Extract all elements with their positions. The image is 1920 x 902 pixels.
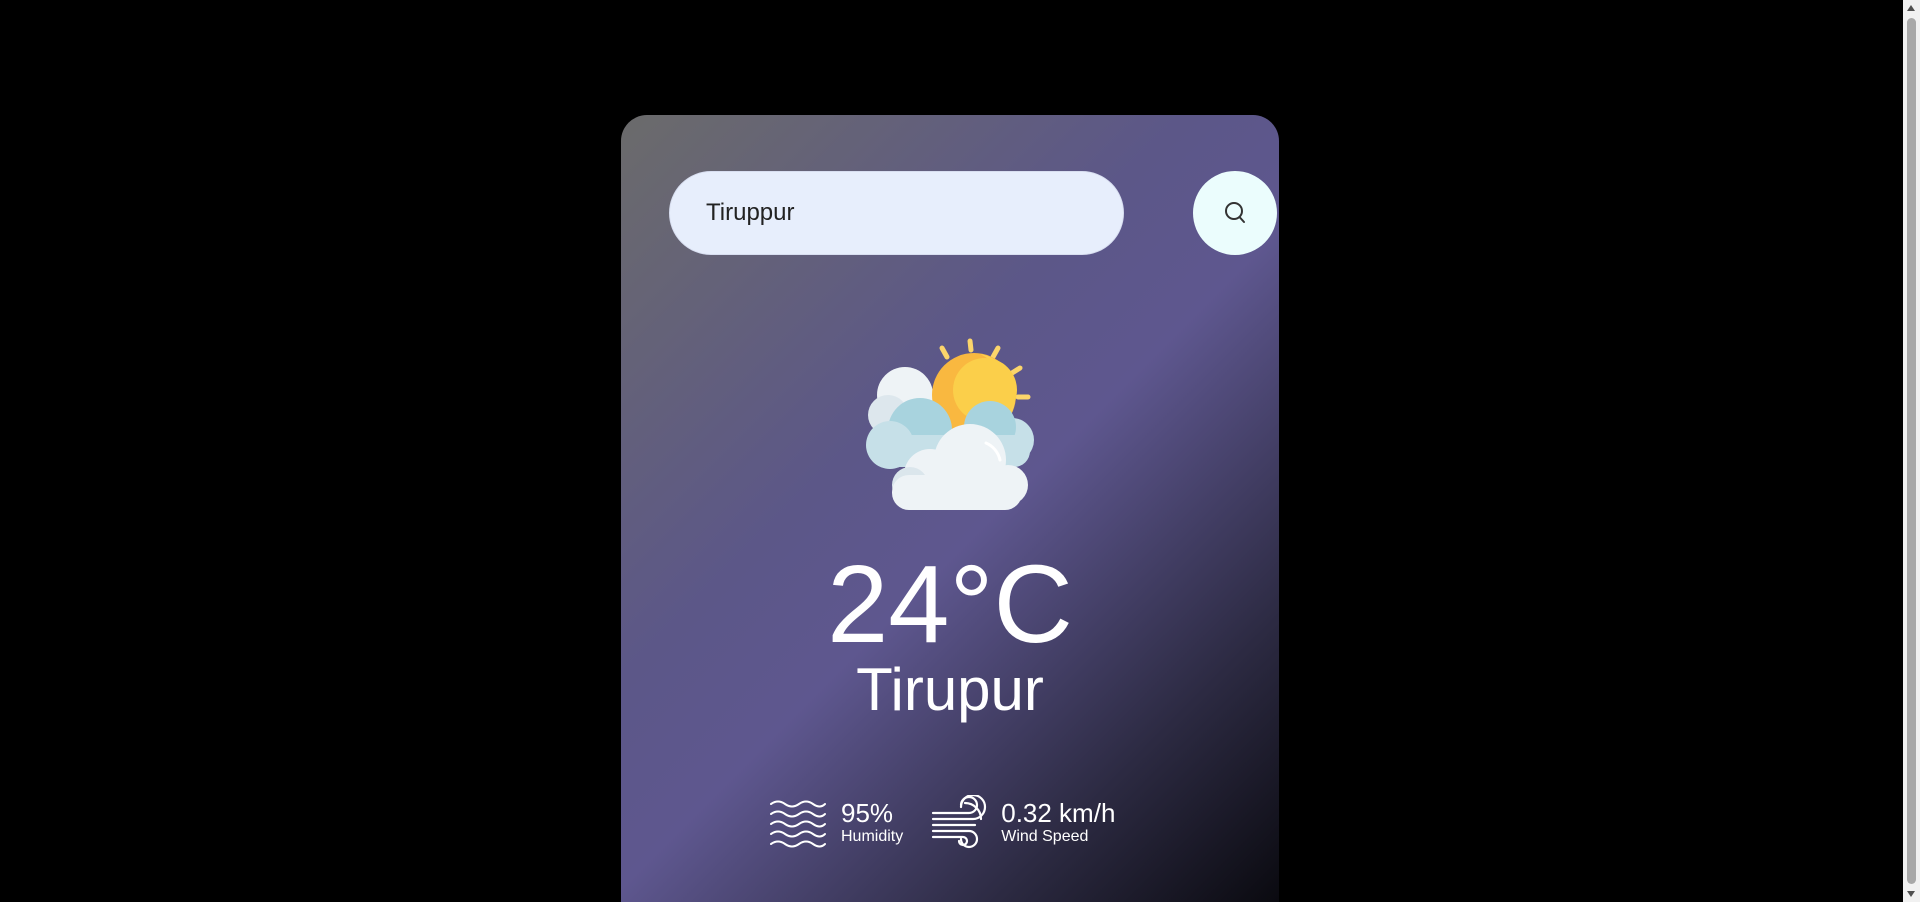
weather-details: 95% Humidity 0.32 km/h Wind Speed bbox=[769, 793, 1115, 853]
search-icon bbox=[1225, 202, 1245, 223]
city-search-input[interactable] bbox=[669, 171, 1124, 255]
city-name: Tirupur bbox=[856, 656, 1044, 723]
scroll-thumb[interactable] bbox=[1907, 18, 1916, 884]
temperature: 24°C bbox=[827, 543, 1073, 666]
page-viewport: 24°C Tirupur 95% Humidity bbox=[0, 0, 1920, 902]
scroll-up-arrow-icon[interactable] bbox=[1907, 5, 1915, 11]
humidity-label: Humidity bbox=[841, 828, 904, 845]
wind-detail: 0.32 km/h Wind Speed bbox=[931, 793, 1115, 853]
search-bar bbox=[669, 171, 1277, 255]
weather-card: 24°C Tirupur 95% Humidity bbox=[621, 115, 1279, 902]
scroll-down-arrow-icon[interactable] bbox=[1907, 891, 1915, 897]
search-button[interactable] bbox=[1193, 171, 1277, 255]
partly-cloudy-icon bbox=[866, 338, 1034, 510]
wind-icon bbox=[932, 795, 987, 849]
humidity-waves-icon bbox=[770, 800, 826, 848]
vertical-scrollbar[interactable] bbox=[1903, 0, 1920, 902]
wind-value: 0.32 km/h bbox=[1001, 798, 1116, 828]
humidity-detail: 95% Humidity bbox=[769, 793, 903, 853]
wind-label: Wind Speed bbox=[1001, 828, 1089, 845]
humidity-value: 95% bbox=[841, 798, 894, 828]
